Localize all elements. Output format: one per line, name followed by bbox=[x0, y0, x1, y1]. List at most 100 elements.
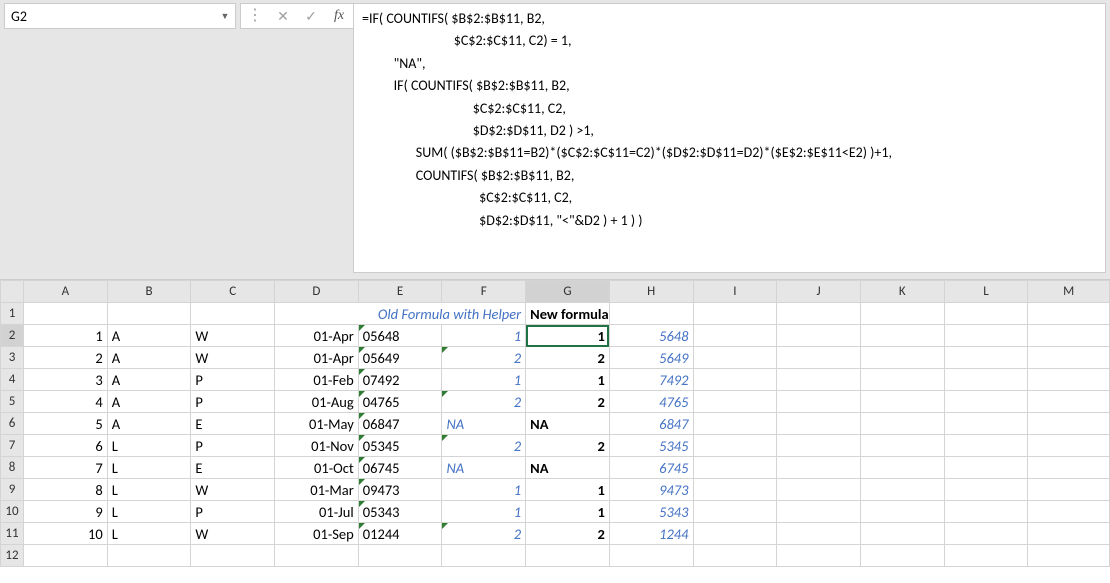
cell[interactable]: 5649 bbox=[609, 347, 693, 369]
cell[interactable] bbox=[693, 391, 777, 413]
cell[interactable]: NA bbox=[526, 457, 610, 479]
cell[interactable] bbox=[944, 347, 1028, 369]
cell[interactable] bbox=[693, 435, 777, 457]
cell[interactable]: 01-Nov bbox=[275, 435, 359, 457]
cell[interactable]: 2 bbox=[526, 347, 610, 369]
cell[interactable]: 01244 bbox=[358, 523, 442, 545]
cell[interactable] bbox=[1028, 501, 1110, 523]
row-header[interactable]: 11 bbox=[1, 523, 24, 545]
cell[interactable]: 4765 bbox=[609, 391, 693, 413]
cell[interactable]: A bbox=[107, 325, 191, 347]
cell[interactable]: 9473 bbox=[609, 479, 693, 501]
cell[interactable] bbox=[107, 303, 191, 325]
cell[interactable]: 5343 bbox=[609, 501, 693, 523]
col-header-I[interactable]: I bbox=[693, 281, 777, 303]
cell[interactable]: 1 bbox=[442, 369, 526, 391]
cell[interactable]: 6847 bbox=[609, 413, 693, 435]
cell[interactable] bbox=[777, 347, 861, 369]
cell[interactable] bbox=[944, 303, 1028, 325]
cell[interactable] bbox=[693, 347, 777, 369]
select-all-corner[interactable] bbox=[1, 281, 24, 303]
cell[interactable] bbox=[1028, 325, 1110, 347]
cell[interactable]: 01-Apr bbox=[275, 347, 359, 369]
cell[interactable]: A bbox=[107, 369, 191, 391]
cell[interactable]: NA bbox=[442, 457, 526, 479]
cell[interactable] bbox=[777, 501, 861, 523]
cell[interactable] bbox=[1028, 435, 1110, 457]
col-header-A[interactable]: A bbox=[24, 281, 108, 303]
cell[interactable]: 2 bbox=[24, 347, 108, 369]
vertical-dots-icon[interactable]: ⋮ bbox=[241, 4, 269, 28]
col-header-C[interactable]: C bbox=[191, 281, 275, 303]
cell[interactable] bbox=[777, 545, 861, 567]
cell[interactable]: 2 bbox=[526, 391, 610, 413]
row-header[interactable]: 5 bbox=[1, 391, 24, 413]
cell[interactable]: 09473 bbox=[358, 479, 442, 501]
cell[interactable] bbox=[944, 413, 1028, 435]
cell[interactable]: 5648 bbox=[609, 325, 693, 347]
cell[interactable] bbox=[860, 303, 944, 325]
cell[interactable] bbox=[777, 457, 861, 479]
cell[interactable]: 1 bbox=[526, 369, 610, 391]
cell[interactable]: 01-May bbox=[275, 413, 359, 435]
cell[interactable]: 01-Mar bbox=[275, 479, 359, 501]
cell[interactable] bbox=[693, 457, 777, 479]
row-header[interactable]: 12 bbox=[1, 545, 24, 567]
cell[interactable] bbox=[944, 545, 1028, 567]
cell[interactable]: W bbox=[191, 347, 275, 369]
cell[interactable] bbox=[777, 325, 861, 347]
row-header[interactable]: 3 bbox=[1, 347, 24, 369]
cell[interactable]: E bbox=[191, 413, 275, 435]
cell[interactable]: A bbox=[107, 347, 191, 369]
cell[interactable] bbox=[944, 523, 1028, 545]
formula-bar-input[interactable]: =IF( COUNTIFS( $B$2:$B$11, B2, $C$2:$C$1… bbox=[353, 3, 1106, 273]
cell[interactable]: 1 bbox=[442, 479, 526, 501]
name-box[interactable] bbox=[5, 5, 219, 28]
cell[interactable] bbox=[860, 523, 944, 545]
cell[interactable] bbox=[24, 545, 108, 567]
col-header-H[interactable]: H bbox=[609, 281, 693, 303]
col-header-M[interactable]: M bbox=[1028, 281, 1110, 303]
fx-icon[interactable]: fx bbox=[325, 4, 353, 28]
cell[interactable] bbox=[107, 545, 191, 567]
cell[interactable]: 2 bbox=[442, 435, 526, 457]
cell[interactable] bbox=[609, 545, 693, 567]
cell[interactable]: 04765 bbox=[358, 391, 442, 413]
cell[interactable] bbox=[860, 325, 944, 347]
cell[interactable]: 2 bbox=[442, 523, 526, 545]
col-header-D[interactable]: D bbox=[275, 281, 359, 303]
cell[interactable] bbox=[693, 369, 777, 391]
cell[interactable]: NA bbox=[526, 413, 610, 435]
cell[interactable] bbox=[693, 303, 777, 325]
col-header-J[interactable]: J bbox=[777, 281, 861, 303]
cell[interactable]: P bbox=[191, 501, 275, 523]
cell[interactable]: P bbox=[191, 391, 275, 413]
cell[interactable]: 2 bbox=[442, 347, 526, 369]
cell[interactable] bbox=[860, 369, 944, 391]
cell[interactable]: L bbox=[107, 479, 191, 501]
cell[interactable] bbox=[777, 391, 861, 413]
cell[interactable]: A bbox=[107, 413, 191, 435]
cell[interactable]: 01-Aug bbox=[275, 391, 359, 413]
row-header[interactable]: 10 bbox=[1, 501, 24, 523]
cell[interactable]: 8 bbox=[24, 479, 108, 501]
cell[interactable]: 05648 bbox=[358, 325, 442, 347]
cell[interactable]: W bbox=[191, 523, 275, 545]
cell[interactable]: 06745 bbox=[358, 457, 442, 479]
cell[interactable] bbox=[944, 391, 1028, 413]
cell[interactable] bbox=[442, 545, 526, 567]
cell[interactable] bbox=[609, 303, 693, 325]
row-header[interactable]: 4 bbox=[1, 369, 24, 391]
cell[interactable] bbox=[358, 545, 442, 567]
cell[interactable]: 7492 bbox=[609, 369, 693, 391]
col-header-G[interactable]: G bbox=[526, 281, 610, 303]
cell[interactable] bbox=[777, 369, 861, 391]
cell[interactable] bbox=[1028, 391, 1110, 413]
spreadsheet-grid[interactable]: A B C D E F G H I J K L M 1 Old Formula … bbox=[0, 280, 1110, 567]
cell[interactable] bbox=[191, 303, 275, 325]
cell[interactable]: 1 bbox=[24, 325, 108, 347]
cell[interactable]: 6745 bbox=[609, 457, 693, 479]
name-box-wrap[interactable]: ▼ bbox=[4, 3, 236, 29]
cell[interactable]: L bbox=[107, 501, 191, 523]
cell[interactable]: 3 bbox=[24, 369, 108, 391]
